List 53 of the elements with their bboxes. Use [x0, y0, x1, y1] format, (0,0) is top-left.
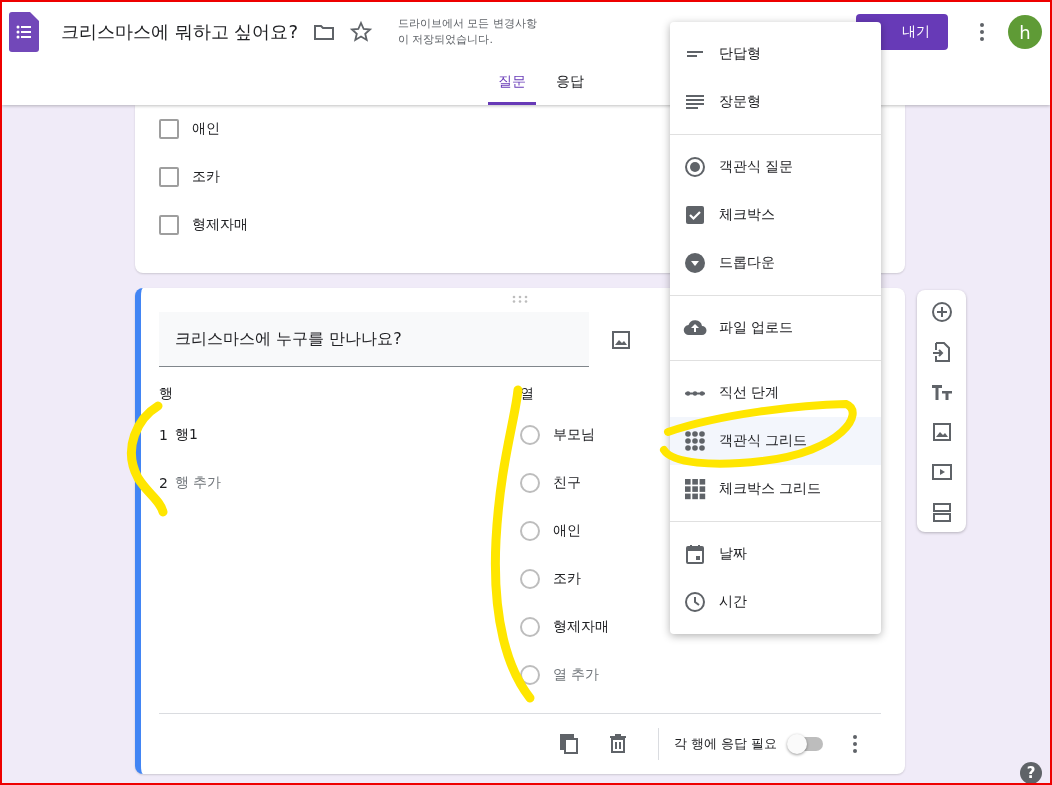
form-title: 크리스마스에 뭐하고 싶어요?: [61, 20, 298, 44]
save-status: 드라이브에서 모든 변경사항 이 저장되었습니다.: [398, 16, 537, 48]
row-label[interactable]: 행1: [175, 426, 198, 444]
menu-item[interactable]: 체크박스: [670, 191, 881, 239]
menu-item[interactable]: 장문형: [670, 78, 881, 126]
short-text-icon: [687, 51, 703, 57]
clock-icon: [683, 590, 707, 614]
menu-item[interactable]: 날짜: [670, 530, 881, 578]
checkbox-icon: [683, 203, 707, 227]
add-circle-icon[interactable]: [929, 300, 954, 324]
menu-item[interactable]: 직선 단계: [670, 369, 881, 417]
checkbox[interactable]: [159, 215, 179, 235]
menu-item[interactable]: 드롭다운: [670, 239, 881, 287]
calendar-icon: [683, 542, 707, 566]
required-toggle[interactable]: [789, 737, 823, 751]
help-button[interactable]: ?: [1020, 762, 1042, 783]
question-title-field[interactable]: 크리스마스에 누구를 만나나요?: [159, 312, 589, 367]
forms-logo-icon: [9, 12, 39, 52]
column-label[interactable]: 친구: [553, 474, 581, 492]
rows-label: 행: [159, 385, 173, 403]
row-number: 1: [159, 427, 169, 443]
menu-item[interactable]: 시간: [670, 578, 881, 626]
radio-circle: [520, 473, 540, 493]
column-label[interactable]: 조카: [553, 570, 581, 588]
dot-grid-icon: [683, 429, 707, 453]
radio-circle: [520, 617, 540, 637]
linear-scale-icon: [685, 390, 705, 396]
square-grid-icon: [683, 477, 707, 501]
menu-item[interactable]: 객관식 질문: [670, 143, 881, 191]
column-label[interactable]: 형제자매: [553, 618, 609, 636]
menu-item[interactable]: 파일 업로드: [670, 304, 881, 352]
checkbox[interactable]: [159, 167, 179, 187]
drag-handle-icon[interactable]: [512, 295, 528, 303]
option-label: 조카: [192, 168, 220, 186]
tab[interactable]: 응답: [546, 62, 594, 105]
column-label[interactable]: 애인: [553, 522, 581, 540]
columns-label: 열: [520, 385, 534, 403]
column-label[interactable]: 부모님: [553, 426, 595, 444]
star-icon[interactable]: [349, 20, 373, 44]
add-column-field[interactable]: 열 추가: [553, 666, 600, 684]
option-label: 애인: [192, 120, 220, 138]
required-label: 각 행에 응답 필요: [673, 735, 777, 753]
radio-icon: [683, 155, 707, 179]
dropdown-icon: [683, 251, 707, 275]
radio-circle: [520, 665, 540, 685]
radio-circle: [520, 569, 540, 589]
menu-item[interactable]: 체크박스 그리드: [670, 465, 881, 513]
checkbox[interactable]: [159, 119, 179, 139]
add-row-field[interactable]: 행 추가: [175, 474, 222, 492]
radio-circle: [520, 521, 540, 541]
option-label: 형제자매: [192, 216, 248, 234]
radio-circle: [520, 425, 540, 445]
row-number: 2: [159, 475, 169, 491]
